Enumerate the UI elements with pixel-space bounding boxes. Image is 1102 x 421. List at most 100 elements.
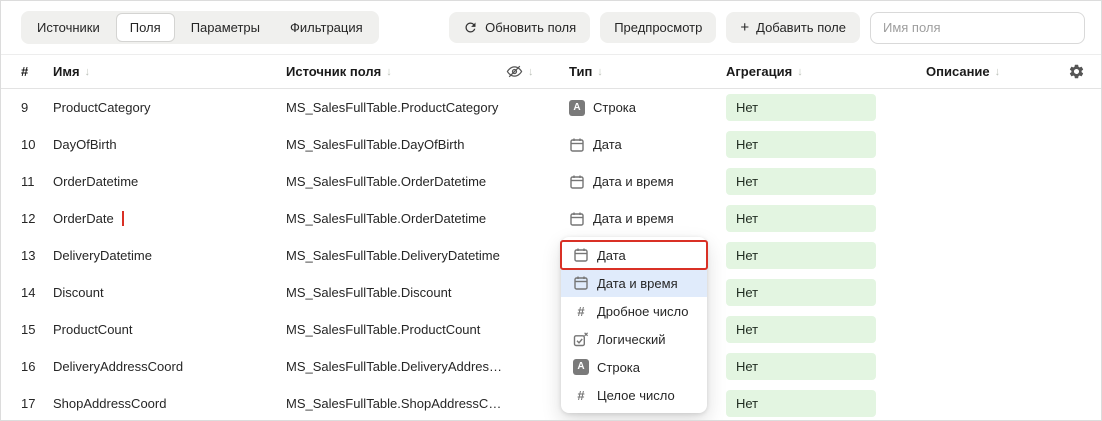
type-option-label: Дата — [597, 248, 626, 263]
field-name-cell[interactable]: Discount — [53, 285, 286, 300]
aggregation-select[interactable]: Нет — [726, 131, 876, 158]
field-source-cell[interactable]: MS_SalesFullTable.Discount — [286, 274, 506, 311]
field-source-cell[interactable]: MS_SalesFullTable.DeliveryDatetime — [286, 237, 506, 274]
type-option-label: Дата и время — [597, 276, 678, 291]
field-type-dropdown: Дата Дата и время # Дробное число Логиче… — [561, 237, 707, 413]
field-type-select[interactable]: Дата и время — [561, 174, 726, 190]
field-name: ProductCategory — [53, 100, 151, 115]
row-index: 11 — [21, 174, 53, 189]
datetime-icon — [573, 275, 589, 291]
field-name-cell[interactable]: OrderDatetime — [53, 174, 286, 189]
table-body: 9 ProductCategory MS_SalesFullTable.Prod… — [1, 89, 1101, 421]
aggregation-select[interactable]: Нет — [726, 316, 876, 343]
header-settings[interactable] — [1049, 63, 1085, 80]
header-name[interactable]: Имя↓ — [53, 64, 286, 79]
sort-arrow-icon: ↓ — [85, 66, 91, 78]
table-row: 9 ProductCategory MS_SalesFullTable.Prod… — [1, 89, 1101, 126]
table-row: 15 ProductCount MS_SalesFullTable.Produc… — [1, 311, 1101, 348]
field-name-cell[interactable]: DayOfBirth — [53, 137, 286, 152]
type-option-label: Дробное число — [597, 304, 688, 319]
header-type[interactable]: Тип↓ — [561, 64, 726, 79]
field-type-label: Дата и время — [593, 211, 674, 226]
field-name: DeliveryAddressCoord — [53, 359, 183, 374]
table-row: 10 DayOfBirth MS_SalesFullTable.DayOfBir… — [1, 126, 1101, 163]
type-option-date[interactable]: Дата — [561, 241, 707, 269]
sort-arrow-icon: ↓ — [597, 66, 603, 78]
field-type-select[interactable]: Дата и время — [561, 211, 726, 227]
type-option-datetime[interactable]: Дата и время — [561, 269, 707, 297]
tab-parameters[interactable]: Параметры — [177, 13, 274, 42]
refresh-icon — [463, 20, 478, 35]
header-index: # — [21, 64, 53, 79]
preview-button[interactable]: Предпросмотр — [600, 12, 716, 43]
tab-filtering[interactable]: Фильтрация — [276, 13, 377, 42]
type-option-integer[interactable]: # Целое число — [561, 381, 707, 409]
sort-arrow-icon: ↓ — [995, 66, 1001, 78]
sort-arrow-icon: ↓ — [797, 66, 803, 78]
row-index: 17 — [21, 396, 53, 411]
field-name-cell[interactable]: DeliveryAddressCoord — [53, 359, 286, 374]
row-index: 9 — [21, 100, 53, 115]
aggregation-select[interactable]: Нет — [726, 94, 876, 121]
field-source-cell[interactable]: MS_SalesFullTable.ProductCategory — [286, 89, 506, 126]
header-source[interactable]: Источник поля↓ — [286, 64, 506, 79]
type-option-string[interactable]: A Строка — [561, 353, 707, 381]
type-option-label: Логический — [597, 332, 665, 347]
field-name: ShopAddressCoord — [53, 396, 166, 411]
aggregation-select[interactable]: Нет — [726, 279, 876, 306]
header-description[interactable]: Описание↓ — [926, 64, 1049, 79]
type-option-label: Целое число — [597, 388, 675, 403]
field-name-search-input[interactable] — [870, 12, 1085, 44]
integer-icon: # — [573, 387, 589, 403]
type-option-boolean[interactable]: Логический — [561, 325, 707, 353]
table-row: 14 Discount MS_SalesFullTable.Discount Н… — [1, 274, 1101, 311]
add-field-button[interactable]: + Добавить поле — [726, 12, 860, 43]
field-name: OrderDatetime — [53, 174, 138, 189]
aggregation-select[interactable]: Нет — [726, 353, 876, 380]
table-header: # Имя↓ Источник поля↓ ↓ Тип↓ Агрегация↓ … — [1, 55, 1101, 89]
field-name-cell[interactable]: DeliveryDatetime — [53, 248, 286, 263]
sort-arrow-icon: ↓ — [386, 66, 392, 78]
toolbar: Источники Поля Параметры Фильтрация Обно… — [1, 1, 1101, 55]
row-index: 13 — [21, 248, 53, 263]
type-option-float[interactable]: # Дробное число — [561, 297, 707, 325]
field-name: DayOfBirth — [53, 137, 117, 152]
calendar-icon — [569, 174, 585, 190]
field-name-cell[interactable]: OrderDate — [53, 211, 286, 226]
aggregation-select[interactable]: Нет — [726, 205, 876, 232]
field-type-select[interactable]: A Строка — [561, 100, 726, 116]
refresh-fields-button[interactable]: Обновить поля — [449, 12, 590, 43]
row-index: 16 — [21, 359, 53, 374]
add-field-label: Добавить поле — [756, 20, 846, 35]
field-source-cell[interactable]: MS_SalesFullTable.OrderDatetime — [286, 200, 506, 237]
tab-fields[interactable]: Поля — [116, 13, 175, 42]
table-row: 16 DeliveryAddressCoord MS_SalesFullTabl… — [1, 348, 1101, 385]
field-source-cell[interactable]: MS_SalesFullTable.ProductCount — [286, 311, 506, 348]
aggregation-select[interactable]: Нет — [726, 390, 876, 417]
gear-icon — [1068, 63, 1085, 80]
header-aggregation[interactable]: Агрегация↓ — [726, 64, 926, 79]
field-name-cell[interactable]: ShopAddressCoord — [53, 396, 286, 411]
field-name-cell[interactable]: ProductCount — [53, 322, 286, 337]
table-row: 13 DeliveryDatetime MS_SalesFullTable.De… — [1, 237, 1101, 274]
preview-label: Предпросмотр — [614, 20, 702, 35]
field-name: DeliveryDatetime — [53, 248, 152, 263]
boolean-icon — [573, 331, 589, 347]
field-source-cell[interactable]: MS_SalesFullTable.DayOfBirth — [286, 126, 506, 163]
aggregation-select[interactable]: Нет — [726, 242, 876, 269]
field-name: Discount — [53, 285, 104, 300]
string-icon: A — [573, 359, 589, 375]
tab-sources[interactable]: Источники — [23, 13, 114, 42]
field-source-cell[interactable]: MS_SalesFullTable.ShopAddressCoord — [286, 385, 506, 421]
date-icon — [573, 247, 589, 263]
table-row: 12 OrderDate MS_SalesFullTable.OrderDate… — [1, 200, 1101, 237]
header-visibility[interactable]: ↓ — [506, 63, 561, 80]
field-name-cell[interactable]: ProductCategory — [53, 100, 286, 115]
row-index: 14 — [21, 285, 53, 300]
field-type-select[interactable]: Дата — [561, 137, 726, 153]
field-type-label: Дата и время — [593, 174, 674, 189]
field-source-cell[interactable]: MS_SalesFullTable.OrderDatetime — [286, 163, 506, 200]
field-source-cell[interactable]: MS_SalesFullTable.DeliveryAddressCoord — [286, 348, 506, 385]
aggregation-select[interactable]: Нет — [726, 168, 876, 195]
calendar-icon — [569, 211, 585, 227]
